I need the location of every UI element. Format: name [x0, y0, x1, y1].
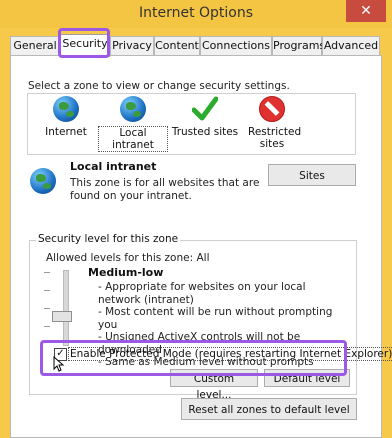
tab-content[interactable]: Content — [154, 36, 200, 55]
zone-internet[interactable]: Internet — [31, 96, 101, 138]
allowed-levels-text: Allowed levels for this zone: All — [46, 252, 210, 264]
selected-zone-icon — [30, 168, 56, 194]
zone-local-intranet[interactable]: Local intranet — [98, 96, 168, 152]
tab-privacy[interactable]: Privacy — [110, 36, 154, 55]
intranet-globe-icon — [120, 96, 146, 122]
tab-connections[interactable]: Connections — [200, 36, 272, 55]
window-title: Internet Options — [138, 5, 254, 21]
checkmark-icon — [191, 96, 219, 122]
globe-icon — [53, 96, 79, 122]
security-level-name: Medium-low — [88, 266, 164, 279]
zone-label: Internet — [45, 126, 87, 138]
zone-label: Trusted sites — [171, 126, 239, 138]
security-level-slider[interactable] — [63, 270, 69, 346]
zone-hint-text: Select a zone to view or change security… — [28, 80, 290, 92]
slider-tick — [44, 290, 50, 291]
zone-list: Internet Local intranet Trusted sites Re… — [27, 93, 356, 155]
title-bar: Internet Options ✕ — [0, 0, 392, 28]
slider-tick — [44, 272, 50, 273]
slider-tick — [44, 308, 50, 309]
reset-all-zones-button[interactable]: Reset all zones to default level — [181, 398, 357, 420]
sites-button[interactable]: Sites — [268, 164, 356, 186]
slider-tick — [44, 326, 50, 327]
security-level-group-title: Security level for this zone — [36, 233, 181, 245]
tab-advanced[interactable]: Advanced — [322, 36, 380, 55]
mouse-cursor-icon — [53, 356, 65, 372]
internet-options-window: Internet Options ✕ General Security Priv… — [0, 0, 392, 438]
security-tab-highlight — [58, 28, 110, 58]
security-level-slider-thumb[interactable] — [52, 311, 72, 322]
tab-general[interactable]: General — [10, 36, 60, 55]
selected-zone-description: This zone is for all websites that are f… — [70, 177, 260, 202]
restricted-icon — [259, 96, 285, 122]
level-desc-line: - Most content will be run without promp… — [98, 306, 333, 331]
close-button[interactable]: ✕ — [346, 0, 386, 22]
zone-restricted-sites[interactable]: Restricted sites — [236, 96, 308, 150]
zone-trusted-sites[interactable]: Trusted sites — [170, 96, 240, 138]
zone-label: Restricted sites — [248, 126, 302, 150]
protected-mode-highlight — [40, 340, 347, 376]
zone-label: Local intranet — [98, 126, 168, 152]
tab-programs[interactable]: Programs — [272, 36, 325, 55]
level-desc-line: - Appropriate for websites on your local… — [98, 281, 306, 306]
selected-zone-title: Local intranet — [70, 160, 157, 173]
